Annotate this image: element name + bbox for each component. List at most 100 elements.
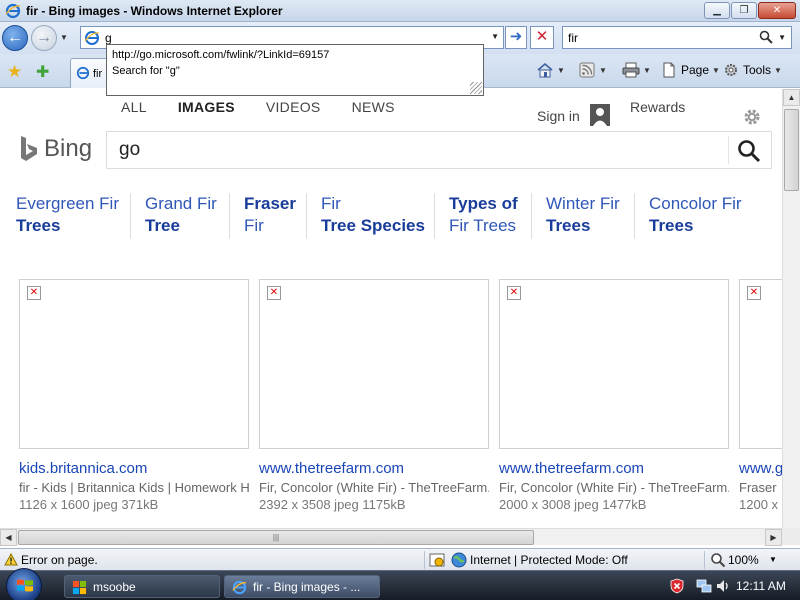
window-title: fir - Bing images - Windows Internet Exp… xyxy=(26,4,283,18)
image-thumbnail[interactable]: ✕ xyxy=(499,279,729,449)
vertical-scroll-thumb[interactable] xyxy=(784,109,799,191)
maximize-button[interactable]: ❐ xyxy=(731,2,757,19)
result-domain[interactable]: www.g xyxy=(739,460,782,477)
bing-search-input[interactable] xyxy=(119,139,719,161)
windows-logo-icon xyxy=(17,579,33,592)
zoom-icon xyxy=(711,553,726,568)
close-button[interactable]: ✕ xyxy=(758,2,796,19)
autocomplete-item[interactable]: Search for "g" xyxy=(112,63,478,79)
recent-pages-dropdown-icon[interactable]: ▼ xyxy=(60,33,68,42)
broken-image-icon: ✕ xyxy=(747,286,761,300)
page-content: ALL IMAGES VIDEOS NEWS Sign in Rewards B… xyxy=(0,89,782,528)
bing-logo-icon[interactable] xyxy=(18,135,40,163)
taskbar-item-msoobe[interactable]: msoobe xyxy=(64,575,220,598)
volume-icon[interactable] xyxy=(715,578,731,594)
result-domain[interactable]: www.thetreefarm.com xyxy=(259,460,489,477)
page-menu-label: Page xyxy=(681,63,710,77)
page-dropdown-icon[interactable]: ▼ xyxy=(712,66,720,75)
search-divider xyxy=(728,136,729,164)
bing-search-box[interactable] xyxy=(106,131,772,169)
feeds-button[interactable]: ▼ xyxy=(578,62,607,78)
result-meta: 1126 x 1600 jpeg 371kB xyxy=(19,497,159,512)
scroll-up-icon[interactable]: ▲ xyxy=(783,89,800,106)
stop-button[interactable]: ✕ xyxy=(530,26,554,49)
related-search-item[interactable]: Fir Tree Species xyxy=(306,193,425,239)
nav-all[interactable]: ALL xyxy=(121,99,147,115)
image-thumbnail[interactable]: ✕ xyxy=(259,279,489,449)
network-icon[interactable] xyxy=(696,578,712,594)
search-icon[interactable] xyxy=(759,30,773,44)
page-menu-button[interactable]: Page ▼ xyxy=(660,62,720,78)
search-options-dropdown-icon[interactable]: ▼ xyxy=(778,33,786,42)
globe-icon xyxy=(451,552,467,568)
live-search-box[interactable]: ▼ xyxy=(562,26,792,49)
ie-logo-icon xyxy=(5,3,21,19)
tools-menu-button[interactable]: Tools ▼ xyxy=(722,62,782,78)
rewards-link[interactable]: Rewards xyxy=(630,99,685,115)
tab-label: fir xyxy=(93,68,103,80)
forward-button[interactable]: → xyxy=(31,25,57,51)
bing-search-icon[interactable] xyxy=(737,139,761,163)
horizontal-scrollbar[interactable]: ◀ ||| ▶ xyxy=(0,528,782,546)
tools-dropdown-icon[interactable]: ▼ xyxy=(774,66,782,75)
task-label: fir - Bing images - ... xyxy=(253,580,361,594)
scroll-left-icon[interactable]: ◀ xyxy=(0,529,17,546)
autocomplete-item[interactable]: http://go.microsoft.com/fwlink/?LinkId=6… xyxy=(112,47,478,63)
nav-images[interactable]: IMAGES xyxy=(178,99,235,115)
resize-grip-icon[interactable] xyxy=(470,82,482,94)
status-divider xyxy=(704,551,705,569)
status-message[interactable]: Error on page. xyxy=(21,553,98,567)
zoom-dropdown-icon[interactable]: ▼ xyxy=(769,555,777,564)
result-description: fir - Kids | Britannica Kids | Homework … xyxy=(19,480,249,495)
security-zone[interactable]: Internet | Protected Mode: Off xyxy=(470,553,628,567)
nav-news[interactable]: NEWS xyxy=(352,99,395,115)
go-button[interactable]: ➜ xyxy=(505,26,527,49)
zoom-level[interactable]: 100% xyxy=(728,553,759,567)
add-favorites-icon[interactable]: ✚ xyxy=(36,62,49,82)
result-description: Fraser xyxy=(739,480,777,495)
home-dropdown-icon[interactable]: ▼ xyxy=(557,66,565,75)
print-button[interactable]: ▼ xyxy=(622,62,651,78)
address-dropdown-icon[interactable]: ▼ xyxy=(491,32,499,41)
image-result-card[interactable]: ✕ www.thetreefarm.com Fir, Concolor (Whi… xyxy=(259,279,489,512)
window-controls: ▁ ❐ ✕ xyxy=(704,2,796,19)
related-search-item[interactable]: Concolor Fir Trees xyxy=(634,193,742,239)
result-domain[interactable]: www.thetreefarm.com xyxy=(499,460,729,477)
sign-in-link[interactable]: Sign in xyxy=(537,108,580,124)
warning-icon[interactable] xyxy=(4,553,18,566)
nav-videos[interactable]: VIDEOS xyxy=(266,99,321,115)
image-result-card[interactable]: ✕ www.thetreefarm.com Fir, Concolor (Whi… xyxy=(499,279,729,512)
related-search-item[interactable]: Evergreen Fir Trees xyxy=(16,193,119,237)
feeds-dropdown-icon[interactable]: ▼ xyxy=(599,66,607,75)
print-dropdown-icon[interactable]: ▼ xyxy=(643,66,651,75)
popup-blocked-icon[interactable] xyxy=(429,552,445,568)
related-search-item[interactable]: Fraser Fir xyxy=(229,193,296,239)
result-domain[interactable]: kids.britannica.com xyxy=(19,460,249,477)
image-thumbnail[interactable]: ✕ xyxy=(19,279,249,449)
related-search-item[interactable]: Grand Fir Tree xyxy=(130,193,217,239)
back-button[interactable]: ← xyxy=(2,25,28,51)
taskbar-item-ie[interactable]: fir - Bing images - ... xyxy=(224,575,380,598)
user-icon[interactable] xyxy=(590,104,610,126)
horizontal-scroll-thumb[interactable]: ||| xyxy=(18,530,534,545)
image-thumbnail[interactable]: ✕ xyxy=(739,279,782,449)
image-result-card[interactable]: ✕ www.g Fraser 1200 x xyxy=(739,279,782,512)
live-search-input[interactable] xyxy=(568,30,758,46)
security-alert-icon[interactable] xyxy=(669,578,685,594)
tab-fir[interactable]: fir xyxy=(70,58,110,88)
related-search-item[interactable]: Types of Fir Trees xyxy=(434,193,518,239)
settings-gear-icon[interactable] xyxy=(742,107,762,127)
taskbar: msoobe fir - Bing images - ... 12:11 AM xyxy=(0,568,800,600)
home-button[interactable]: ▼ xyxy=(536,62,565,78)
related-search-item[interactable]: Winter Fir Trees xyxy=(531,193,620,239)
scroll-right-icon[interactable]: ▶ xyxy=(765,529,782,546)
minimize-button[interactable]: ▁ xyxy=(704,2,730,19)
bing-logo-text[interactable]: Bing xyxy=(44,135,92,163)
clock[interactable]: 12:11 AM xyxy=(736,579,786,593)
vertical-scrollbar[interactable]: ▲ xyxy=(782,89,800,528)
bing-scope-nav: ALL IMAGES VIDEOS NEWS xyxy=(121,99,426,115)
image-result-card[interactable]: ✕ kids.britannica.com fir - Kids | Brita… xyxy=(19,279,249,512)
result-meta: 2392 x 3508 jpeg 1175kB xyxy=(259,497,406,512)
start-button[interactable] xyxy=(6,568,42,600)
favorites-star-icon[interactable]: ★ xyxy=(7,62,22,82)
